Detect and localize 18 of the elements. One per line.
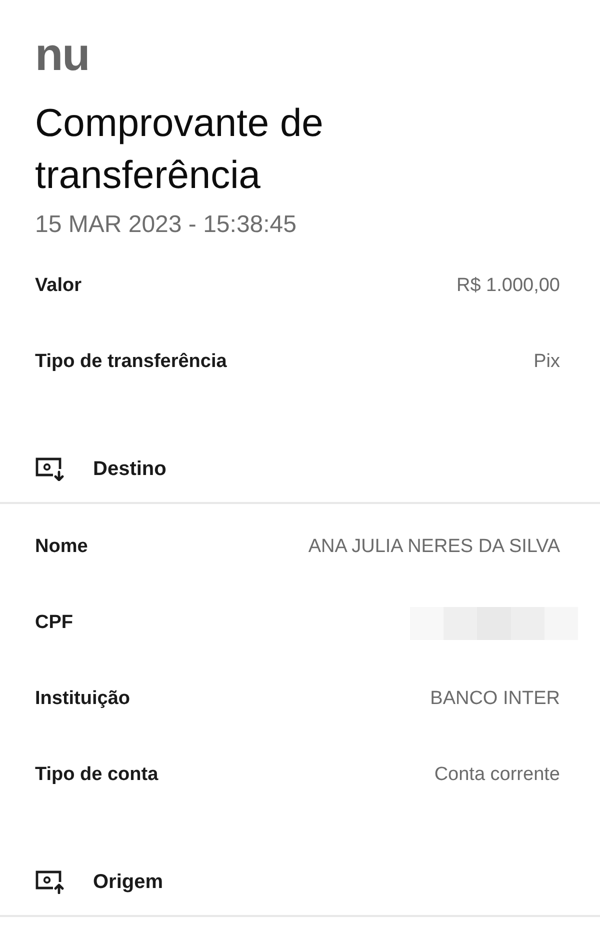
field-label: Tipo de transferência [35, 350, 227, 374]
page-title: Comprovante de transferência [35, 101, 324, 199]
section-title: Destino [93, 457, 166, 482]
field-label: CPF [35, 610, 73, 635]
field-value: Pix [534, 350, 560, 374]
field-label: Instituição [35, 686, 130, 711]
timestamp: 15 MAR 2023 - 15:38:45 [35, 210, 297, 240]
money-arrow-up-icon [35, 870, 65, 894]
money-arrow-down-icon [35, 457, 65, 481]
field-value: ANA JULIA NERES DA SILVA [308, 534, 560, 559]
field-label: Tipo de conta [35, 762, 158, 787]
logo: nu [35, 36, 90, 72]
section-title: Origem [93, 870, 164, 895]
field-value: BANCO INTER [430, 686, 560, 711]
field-value: R$ 1.000,00 [456, 274, 560, 298]
field-label: Valor [35, 274, 82, 298]
field-label: Nome [35, 534, 88, 559]
field-value: Conta corrente [434, 762, 560, 787]
